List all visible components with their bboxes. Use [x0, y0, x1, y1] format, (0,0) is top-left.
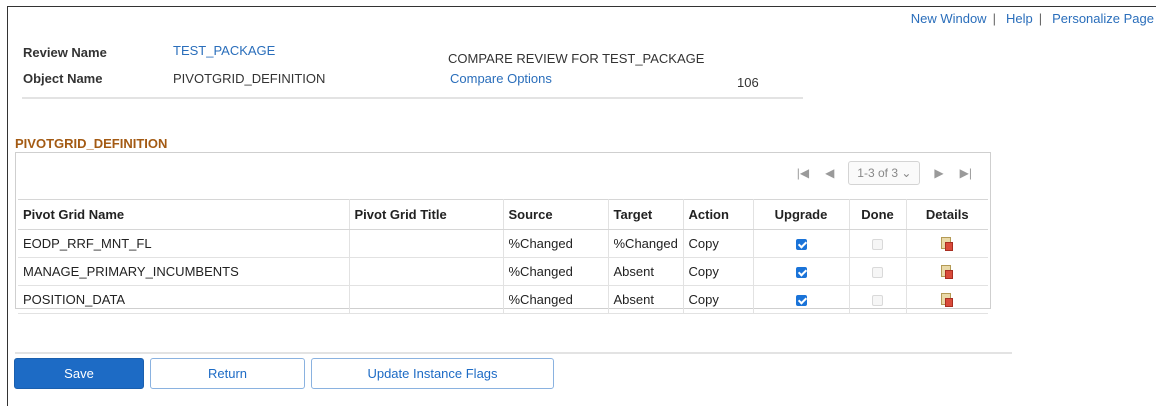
personalize-page-link[interactable]: Personalize Page [1052, 11, 1154, 26]
done-cell [849, 257, 907, 286]
grid-header-row: Pivot Grid Name Pivot Grid Title Source … [18, 199, 988, 230]
object-count: 106 [737, 75, 759, 90]
header-divider [22, 97, 803, 99]
pivot-grid-name-cell: MANAGE_PRIMARY_INCUMBENTS [18, 257, 350, 286]
details-cell [906, 257, 988, 286]
details-cell [906, 285, 988, 314]
compare-title: COMPARE REVIEW FOR TEST_PACKAGE [448, 51, 705, 66]
pivot-grid-title-cell [349, 257, 504, 286]
done-checkbox [872, 295, 883, 307]
source-cell: %Changed [503, 257, 609, 286]
upgrade-cell [753, 285, 850, 314]
col-header-action: Action [683, 199, 754, 230]
pivot-grid-title-cell [349, 285, 504, 314]
details-page-icon[interactable] [941, 265, 954, 280]
upgrade-checkbox[interactable] [795, 267, 807, 279]
target-cell: %Changed [608, 229, 684, 258]
first-page-icon[interactable]: |◀ [789, 166, 817, 180]
source-cell: %Changed [503, 229, 609, 258]
review-name-link[interactable]: TEST_PACKAGE [173, 43, 275, 58]
update-instance-flags-button[interactable]: Update Instance Flags [311, 358, 554, 389]
help-link[interactable]: Help [1006, 11, 1033, 26]
details-cell [906, 229, 988, 258]
object-name-label: Object Name [23, 71, 103, 86]
upgrade-cell [753, 257, 850, 286]
col-header-target: Target [608, 199, 684, 230]
compare-options-link[interactable]: Compare Options [450, 71, 552, 86]
next-page-icon[interactable]: ▶ [926, 166, 951, 180]
upgrade-checkbox[interactable] [795, 239, 807, 251]
pivot-grid-title-cell [349, 229, 504, 258]
target-cell: Absent [608, 285, 684, 314]
target-cell: Absent [608, 257, 684, 286]
grid-pager: |◀ ◀ 1-3 of 3 ⌄ ▶ ▶| [789, 158, 980, 188]
done-cell [849, 229, 907, 258]
top-link-separator: | [1038, 11, 1043, 26]
upgrade-checkbox[interactable] [795, 295, 807, 307]
chevron-down-icon: ⌄ [901, 166, 912, 180]
action-cell: Copy [683, 229, 754, 258]
col-header-pivot-grid-title: Pivot Grid Title [349, 199, 504, 230]
return-button[interactable]: Return [150, 358, 305, 389]
action-cell: Copy [683, 257, 754, 286]
review-name-label: Review Name [23, 45, 107, 60]
new-window-link[interactable]: New Window [911, 11, 987, 26]
details-page-icon[interactable] [941, 237, 954, 252]
table-row: EODP_RRF_MNT_FL %Changed %Changed Copy [18, 229, 988, 258]
source-cell: %Changed [503, 285, 609, 314]
page-range-select[interactable]: 1-3 of 3 ⌄ [848, 161, 921, 185]
footer-divider [15, 352, 1012, 354]
window-top-border [7, 6, 1156, 7]
pivot-grid-table: |◀ ◀ 1-3 of 3 ⌄ ▶ ▶| Pivot Grid Name Piv… [15, 152, 991, 314]
col-header-details: Details [906, 199, 988, 230]
save-button[interactable]: Save [14, 358, 144, 389]
upgrade-cell [753, 229, 850, 258]
col-header-source: Source [503, 199, 609, 230]
col-header-done: Done [849, 199, 907, 230]
object-name-value: PIVOTGRID_DEFINITION [173, 71, 326, 86]
col-header-upgrade: Upgrade [753, 199, 850, 230]
pivot-grid-name-cell: POSITION_DATA [18, 285, 350, 314]
done-checkbox [872, 267, 883, 279]
details-page-icon[interactable] [941, 293, 954, 308]
top-links: New Window | Help | Personalize Page [911, 11, 1154, 26]
top-link-separator: | [992, 11, 996, 26]
table-row: MANAGE_PRIMARY_INCUMBENTS %Changed Absen… [18, 257, 988, 286]
table-row: POSITION_DATA %Changed Absent Copy [18, 285, 988, 314]
done-cell [849, 285, 907, 314]
window-left-border [7, 6, 8, 406]
done-checkbox [872, 239, 883, 251]
page-range-text: 1-3 of 3 [857, 166, 898, 180]
last-page-icon[interactable]: ▶| [952, 166, 980, 180]
prev-page-icon[interactable]: ◀ [817, 166, 842, 180]
col-header-pivot-grid-name: Pivot Grid Name [18, 199, 350, 230]
section-title: PIVOTGRID_DEFINITION [15, 136, 168, 151]
pivot-grid-name-cell: EODP_RRF_MNT_FL [18, 229, 350, 258]
grid: Pivot Grid Name Pivot Grid Title Source … [18, 199, 988, 314]
action-cell: Copy [683, 285, 754, 314]
